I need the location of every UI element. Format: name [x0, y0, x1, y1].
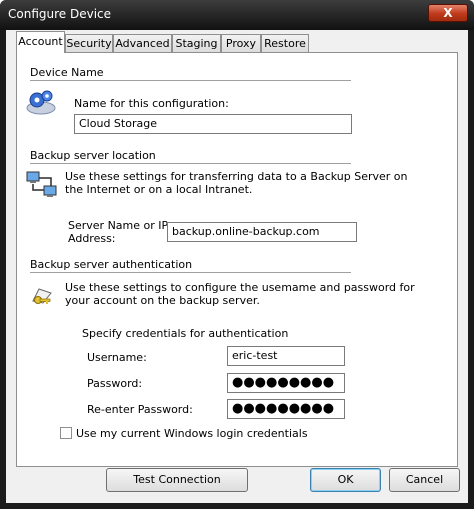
dialog-client: Account Security Advanced Staging Proxy … — [6, 30, 468, 503]
tab-account[interactable]: Account — [16, 31, 65, 53]
separator — [30, 80, 351, 81]
tab-restore[interactable]: Restore — [261, 34, 309, 52]
tab-label: Security — [66, 37, 112, 50]
test-connection-button[interactable]: Test Connection — [106, 468, 248, 492]
username-label: Username: — [87, 351, 147, 364]
config-name-label: Name for this configuration: — [74, 97, 229, 110]
tab-proxy[interactable]: Proxy — [221, 34, 261, 52]
tab-security[interactable]: Security — [65, 34, 113, 52]
configure-device-window: Configure Device X Account Security Adva… — [0, 0, 474, 509]
gears-icon — [25, 86, 57, 119]
credentials-label: Specify credentials for authentication — [82, 327, 289, 340]
password-input[interactable]: ●●●●●●●●● — [227, 373, 345, 393]
separator — [30, 272, 351, 273]
reenter-password-label: Re-enter Password: — [87, 403, 193, 416]
auth-description-line1: Use these settings to configure the usem… — [65, 281, 415, 294]
windows-login-checkbox[interactable] — [60, 427, 72, 439]
auth-heading: Backup server authentication — [30, 258, 193, 271]
server-location-heading: Backup server location — [30, 149, 156, 162]
windows-login-label: Use my current Windows login credentials — [76, 427, 308, 440]
tab-label: Advanced — [115, 37, 170, 50]
separator — [30, 163, 351, 164]
auth-description-line2: your account on the backup server. — [65, 294, 260, 307]
tab-label: Restore — [264, 37, 306, 50]
password-label: Password: — [87, 377, 143, 390]
tab-staging[interactable]: Staging — [172, 34, 221, 52]
key-icon — [29, 281, 55, 310]
ok-button[interactable]: OK — [310, 468, 381, 492]
account-panel: Device Name Name for this configuration:… — [16, 52, 458, 467]
tab-advanced[interactable]: Advanced — [113, 34, 172, 52]
title-bar: Configure Device X — [0, 0, 474, 30]
server-name-label-line2: Address: — [68, 232, 116, 245]
network-computers-icon — [25, 170, 59, 203]
reenter-password-input[interactable]: ●●●●●●●●● — [227, 399, 345, 419]
server-name-input[interactable]: backup.online-backup.com — [167, 222, 357, 242]
tab-label: Proxy — [225, 37, 257, 50]
username-input[interactable]: eric-test — [227, 346, 345, 366]
close-button[interactable]: X — [428, 4, 468, 22]
tab-label: Account — [18, 35, 63, 48]
tab-label: Staging — [175, 37, 218, 50]
window-title: Configure Device — [8, 7, 112, 21]
close-icon: X — [443, 6, 453, 20]
server-description-line2: the Internet or on a local Intranet. — [65, 183, 253, 196]
server-name-label-line1: Server Name or IP — [68, 219, 169, 232]
server-description-line1: Use these settings for transferring data… — [65, 170, 408, 183]
cancel-button[interactable]: Cancel — [389, 468, 460, 492]
config-name-input[interactable]: Cloud Storage — [74, 114, 352, 134]
device-name-heading: Device Name — [30, 66, 104, 79]
